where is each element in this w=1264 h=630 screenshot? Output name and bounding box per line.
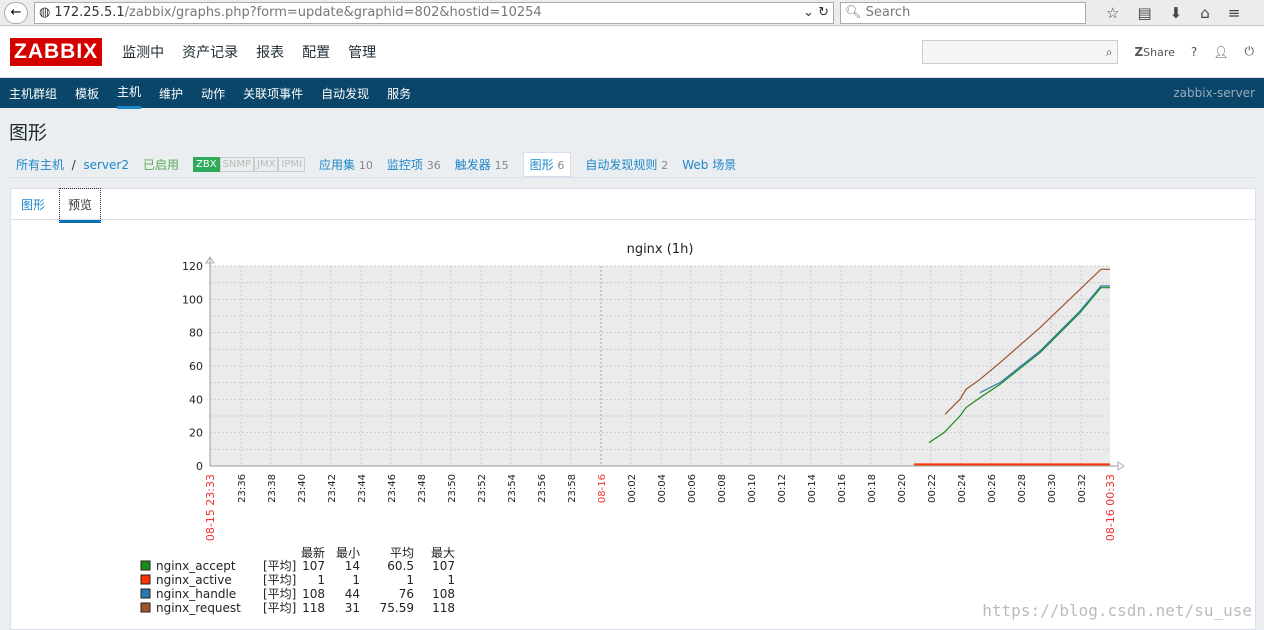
x-tick-label: 00:04: [657, 474, 668, 503]
legend-stat-value: 75.59: [380, 601, 414, 615]
x-tick-label: 08-16: [597, 474, 608, 503]
legend-stat-value: 118: [432, 601, 455, 615]
legend-header: 最小: [336, 546, 360, 560]
x-tick-label: 00:14: [807, 474, 818, 503]
legend-stat-value: 14: [345, 559, 360, 573]
graph-chart: nginx (1h) 0 20 40 60 80 100 120 23:36 23:38 23:40…: [140, 242, 1125, 615]
x-tick-label: 00:24: [957, 474, 968, 503]
x-tick-label: 23:52: [477, 474, 488, 503]
legend-swatch: [140, 602, 151, 613]
x-tick-label: 23:58: [567, 474, 578, 503]
legend-function: [平均]: [263, 601, 296, 615]
legend-stat-value: 1: [406, 573, 414, 587]
legend-swatch: [140, 574, 151, 585]
legend-stat-value: 31: [345, 601, 360, 615]
x-tick-label: 23:44: [357, 474, 368, 503]
legend-function: [平均]: [263, 559, 296, 573]
y-tick-label: 80: [189, 327, 203, 340]
x-tick-label: 23:50: [447, 474, 458, 503]
x-tick-label: 00:32: [1077, 474, 1088, 503]
y-tick-label: 40: [189, 393, 203, 406]
x-tick-label: 00:26: [987, 474, 998, 503]
x-tick-label: 00:16: [837, 474, 848, 503]
x-tick-label: 23:36: [237, 474, 248, 503]
legend-stat-value: 118: [302, 601, 325, 615]
x-tick-label: 00:10: [747, 474, 758, 503]
legend-series-name: nginx_active: [156, 573, 232, 587]
x-tick-label: 00:12: [777, 474, 788, 503]
x-tick-label: 00:06: [687, 474, 698, 503]
legend-function: [平均]: [263, 573, 296, 587]
legend-stat-value: 1: [317, 573, 325, 587]
chart-title: nginx (1h): [627, 242, 694, 257]
legend-stat-value: 1: [352, 573, 360, 587]
y-tick-label: 100: [182, 293, 203, 306]
watermark: https://blog.csdn.net/su_use: [982, 601, 1252, 620]
legend-function: [平均]: [263, 587, 296, 601]
legend-stat-value: 107: [432, 559, 455, 573]
legend-stat-value: 1: [447, 573, 455, 587]
legend-swatch: [140, 560, 151, 571]
legend-stat-value: 44: [345, 587, 360, 601]
x-tick-label: 23:46: [387, 474, 398, 503]
legend-header: 最大: [431, 546, 455, 560]
legend-stat-value: 76: [399, 587, 414, 601]
legend-series-name: nginx_handle: [156, 587, 236, 601]
legend-series-name: nginx_accept: [156, 559, 236, 573]
legend-series-name: nginx_request: [156, 601, 241, 615]
legend-header: 平均: [390, 546, 414, 560]
y-tick-label: 0: [196, 460, 203, 473]
x-tick-label: 00:22: [927, 474, 938, 503]
legend-stat-value: 108: [302, 587, 325, 601]
x-tick-label: 00:18: [867, 474, 878, 503]
y-tick-label: 120: [182, 260, 203, 273]
x-range-label: 08-16 00:33: [1104, 474, 1117, 541]
legend-swatch: [140, 588, 151, 599]
legend-stat-value: 107: [302, 559, 325, 573]
x-range-label: 08-15 23:33: [204, 474, 217, 541]
x-tick-label: 00:30: [1047, 474, 1058, 503]
x-tick-label: 23:56: [537, 474, 548, 503]
x-tick-label: 23:48: [417, 474, 428, 503]
y-tick-label: 60: [189, 360, 203, 373]
legend-stat-value: 108: [432, 587, 455, 601]
x-tick-label: 00:02: [627, 474, 638, 503]
y-tick-label: 20: [189, 427, 203, 440]
legend-stat-value: 60.5: [387, 559, 414, 573]
x-tick-label: 23:38: [267, 474, 278, 503]
x-axis-arrow: [1117, 461, 1125, 471]
x-tick-label: 23:40: [297, 474, 308, 503]
legend-header: 最新: [301, 545, 325, 560]
x-tick-label: 00:28: [1017, 474, 1028, 503]
x-tick-label: 23:54: [507, 474, 518, 503]
x-tick-label: 00:08: [717, 474, 728, 503]
x-tick-label: 00:20: [897, 474, 908, 503]
x-tick-label: 23:42: [327, 474, 338, 503]
